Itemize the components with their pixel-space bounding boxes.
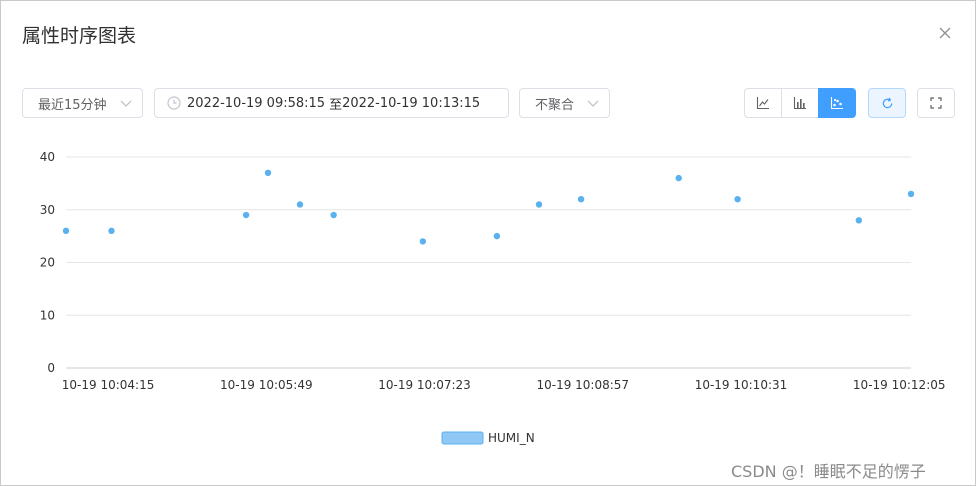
data-point[interactable] — [493, 232, 501, 240]
y-tick-label: 10 — [40, 308, 55, 322]
data-point[interactable] — [675, 174, 682, 182]
x-tick-label: 10-19 10:05:49 — [220, 378, 313, 392]
x-tick-label: 10-19 10:07:23 — [378, 378, 471, 392]
scatter-chart: 40 30 20 10 0 10-19 10:04:15 10-19 10:05:49 10… — [40, 150, 946, 445]
data-point[interactable] — [330, 211, 337, 219]
x-tick-label: 10-19 10:12:05 — [853, 378, 946, 392]
data-point[interactable] — [535, 201, 543, 208]
data-point[interactable] — [907, 190, 915, 198]
y-tick-label: 0 — [47, 361, 55, 375]
data-point[interactable] — [577, 196, 585, 203]
data-point[interactable] — [296, 201, 304, 208]
x-tick-label: 10-19 10:04:15 — [62, 378, 155, 392]
data-point[interactable] — [734, 196, 741, 203]
data-point[interactable] — [419, 238, 427, 245]
y-tick-label: 20 — [40, 256, 55, 270]
x-tick-label: 10-19 10:10:31 — [695, 378, 788, 392]
x-tick-label: 10-19 10:08:57 — [536, 378, 629, 392]
data-point[interactable] — [264, 169, 272, 177]
watermark: CSDN @！睡眠不足的愣子 — [731, 462, 926, 481]
y-tick-label: 30 — [40, 203, 55, 217]
legend-swatch[interactable] — [441, 431, 484, 445]
data-point[interactable] — [108, 227, 115, 235]
legend-label[interactable]: HUMI_N — [488, 431, 535, 445]
y-tick-label: 40 — [40, 150, 55, 164]
data-point[interactable] — [242, 211, 250, 219]
data-point[interactable] — [62, 227, 70, 235]
chart-dialog: 属性时序图表 最近15分钟 2022-10-19 09:58:15 至 2022… — [0, 0, 976, 486]
data-point[interactable] — [855, 217, 863, 224]
